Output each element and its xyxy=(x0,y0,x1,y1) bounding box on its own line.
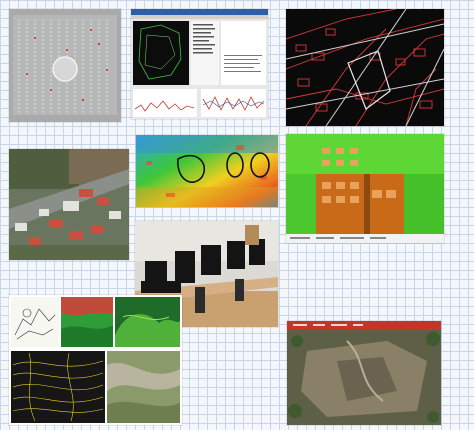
software-screenshot-tile xyxy=(131,9,268,119)
oblique-aerial-photo-tile xyxy=(9,149,129,260)
site-orthomosaic-tile xyxy=(287,321,441,425)
flight-plan-graphic xyxy=(9,9,121,122)
drone-flight-plan-tile xyxy=(9,9,121,122)
classified-orthophoto-tile xyxy=(286,134,444,243)
street-vector-map-tile xyxy=(286,9,444,126)
classified-map-graphic xyxy=(286,134,444,243)
orthomosaic-graphic xyxy=(287,321,441,425)
point-cloud-graphic xyxy=(136,135,278,207)
terrain-model-collage-tile xyxy=(9,295,182,425)
vector-map-graphic xyxy=(286,9,444,126)
terrain-collage-graphic xyxy=(9,295,182,425)
colorized-point-cloud-tile xyxy=(136,135,278,207)
software-window-graphic xyxy=(131,9,268,119)
aerial-photo-graphic xyxy=(9,149,129,260)
